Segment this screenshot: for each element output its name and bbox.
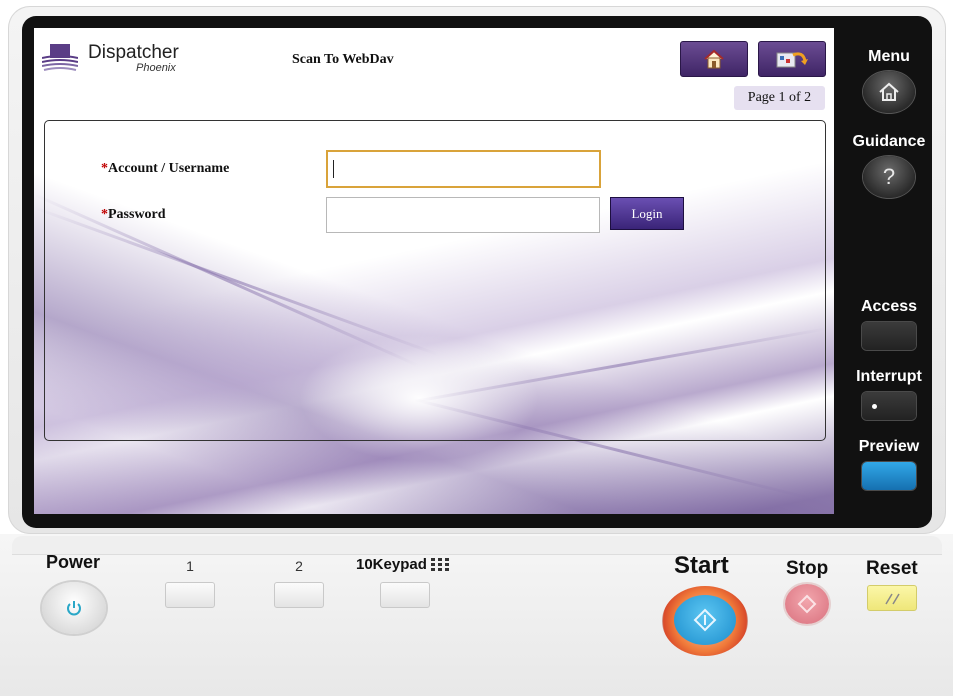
power-icon — [67, 601, 81, 616]
guidance-label: Guidance — [852, 133, 926, 150]
logo-mark-icon — [42, 44, 78, 71]
start-label: Start — [674, 552, 729, 579]
touch-screen: Dispatcher Phoenix Scan To WebDav Page 1… — [34, 28, 834, 514]
home-button[interactable] — [680, 41, 748, 77]
guidance-button[interactable]: ? — [863, 156, 915, 198]
power-button[interactable] — [42, 582, 106, 634]
key-1-label: 1 — [186, 558, 194, 574]
key-2-label: 2 — [295, 558, 303, 574]
back-button[interactable] — [758, 41, 826, 77]
keypad-label-text: 10Keypad — [356, 556, 427, 573]
reset-icon — [885, 593, 900, 605]
keypad-icon — [431, 558, 450, 572]
interrupt-label: Interrupt — [856, 368, 922, 385]
back-icon — [776, 52, 808, 68]
stop-button[interactable] — [785, 584, 829, 624]
keypad-label: 10Keypad — [356, 556, 450, 573]
preview-button[interactable] — [862, 462, 916, 490]
key-1-button[interactable] — [165, 582, 215, 608]
reset-label: Reset — [866, 558, 918, 579]
logo-title: Dispatcher — [88, 42, 179, 63]
text-caret — [333, 160, 334, 178]
password-input[interactable] — [326, 197, 600, 233]
required-mark: * — [101, 161, 108, 176]
power-label: Power — [46, 552, 101, 572]
start-inner — [674, 595, 736, 645]
password-label-text: Password — [108, 207, 166, 222]
menu-button[interactable] — [863, 71, 915, 113]
control-panel-edge — [12, 536, 942, 554]
stop-icon — [797, 594, 817, 614]
home-outline-icon — [879, 82, 899, 101]
required-mark: * — [101, 207, 108, 222]
key-2-button[interactable] — [274, 582, 324, 608]
mfp-device: Dispatcher Phoenix Scan To WebDav Page 1… — [0, 0, 953, 696]
keypad-button[interactable] — [380, 582, 430, 608]
login-form: *Account / Username *Password Login — [44, 120, 826, 441]
home-icon — [704, 49, 724, 69]
login-button[interactable]: Login — [610, 197, 684, 230]
account-label-text: Account / Username — [108, 161, 230, 176]
account-label: *Account / Username — [101, 161, 229, 177]
stop-label: Stop — [786, 558, 829, 579]
logo-subtitle: Phoenix — [136, 62, 176, 74]
reset-button[interactable] — [867, 585, 917, 611]
page-title: Scan To WebDav — [292, 52, 394, 67]
page-indicator: Page 1 of 2 — [734, 86, 825, 110]
interrupt-button[interactable] — [862, 392, 916, 420]
question-icon: ? — [882, 164, 896, 189]
start-diamond-icon — [693, 608, 717, 632]
access-button[interactable] — [862, 322, 916, 350]
preview-label: Preview — [858, 438, 920, 455]
dispatcher-phoenix-logo: Dispatcher Phoenix — [42, 42, 182, 76]
account-username-input[interactable] — [326, 150, 601, 188]
interrupt-indicator-dot — [872, 404, 877, 409]
menu-label: Menu — [868, 48, 910, 65]
start-button[interactable] — [662, 586, 748, 656]
password-label: *Password — [101, 207, 166, 223]
access-label: Access — [860, 298, 918, 315]
